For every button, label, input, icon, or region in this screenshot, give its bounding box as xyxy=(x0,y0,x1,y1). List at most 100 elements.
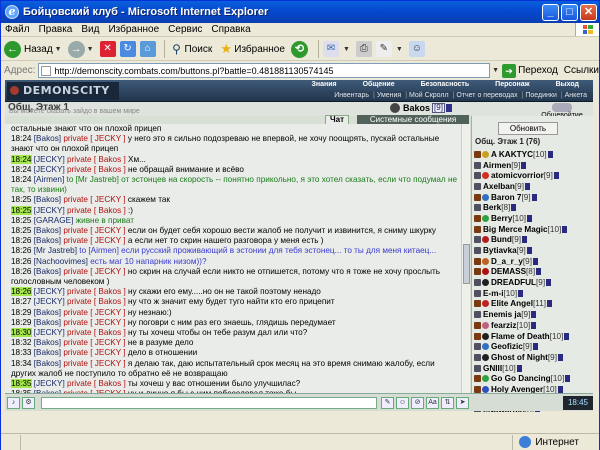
smile-icon[interactable]: ☺ xyxy=(396,396,409,409)
info-icon[interactable] xyxy=(562,225,568,233)
message-author[interactable]: [JECKY] xyxy=(34,155,65,164)
private-chat-icon[interactable] xyxy=(474,247,481,255)
scroll-icon[interactable]: ⇅ xyxy=(441,396,454,409)
address-input[interactable]: http://demonscity.combats.com/buttons.pl… xyxy=(38,63,491,78)
message-author[interactable]: [Bakos] xyxy=(34,359,61,368)
online-user[interactable]: DEMASS [8] xyxy=(474,267,592,278)
chevron-down-icon[interactable]: ▼ xyxy=(492,67,499,74)
private-recipient[interactable]: private [ JECKY ] xyxy=(63,338,125,347)
online-user[interactable]: atomicvorrior [9] xyxy=(474,170,592,181)
home-icon[interactable]: ⌂ xyxy=(139,41,156,57)
private-recipient[interactable]: private [ JECKY ] xyxy=(63,134,125,143)
info-icon[interactable] xyxy=(531,193,537,201)
minimize-button[interactable]: _ xyxy=(542,3,559,21)
menu-tools[interactable]: Сервис xyxy=(168,24,202,35)
private-chat-icon[interactable] xyxy=(474,257,481,265)
chevron-down-icon[interactable]: ▼ xyxy=(55,46,62,53)
message-author[interactable]: [Bakos] xyxy=(34,308,61,317)
private-recipient[interactable]: private [ JECKY ] xyxy=(63,226,125,235)
private-recipient[interactable]: private [ JECKY ] xyxy=(63,318,125,327)
info-icon[interactable] xyxy=(547,150,553,158)
message-author[interactable]: [Bakos] xyxy=(34,134,61,143)
chat-input[interactable] xyxy=(41,396,377,409)
online-user[interactable]: Berry [10] xyxy=(474,213,592,224)
info-icon[interactable] xyxy=(521,161,527,169)
info-icon[interactable] xyxy=(557,385,563,393)
info-icon[interactable] xyxy=(526,247,532,255)
info-icon[interactable] xyxy=(522,236,528,244)
online-user[interactable]: Elite Angel [11] xyxy=(474,299,592,310)
private-chat-icon[interactable] xyxy=(474,364,481,372)
message-author[interactable]: [Bakos] xyxy=(34,226,61,235)
info-icon[interactable] xyxy=(553,172,559,180)
user-name[interactable]: GNIII xyxy=(483,364,502,373)
user-name[interactable]: DEMASS xyxy=(491,267,526,276)
online-user[interactable]: Go Go Dancing [10] xyxy=(474,373,592,384)
menu-favorites[interactable]: Избранное xyxy=(108,24,159,35)
online-user[interactable]: GNIII [10] xyxy=(474,363,592,374)
info-icon[interactable] xyxy=(524,182,530,190)
user-name[interactable]: Bund xyxy=(491,235,512,244)
info-icon[interactable] xyxy=(531,321,537,329)
mail-icon[interactable]: ✉ xyxy=(322,41,339,57)
info-icon[interactable] xyxy=(532,257,538,265)
chevron-down-icon[interactable]: ▼ xyxy=(396,46,403,53)
message-author[interactable]: [Bakos] xyxy=(34,236,61,245)
settings-icon[interactable]: ⚙ xyxy=(22,396,35,409)
nav-knowledge[interactable]: Знания xyxy=(311,81,336,88)
nav-skills[interactable]: Умения xyxy=(373,92,401,99)
user-name[interactable]: Elite Angel xyxy=(491,299,533,308)
clear-icon[interactable]: ✎ xyxy=(381,396,394,409)
message-author[interactable]: [JECKY] xyxy=(34,165,65,174)
private-recipient[interactable]: private [ Bakos ] xyxy=(67,328,126,337)
online-user[interactable]: Airmen [9] xyxy=(474,160,592,171)
menu-file[interactable]: Файл xyxy=(5,24,30,35)
user-name[interactable]: A KAKTYC xyxy=(491,150,533,159)
private-chat-icon[interactable] xyxy=(474,385,481,393)
online-user[interactable]: Baron 7 [9] xyxy=(474,192,592,203)
private-chat-icon[interactable] xyxy=(474,150,481,158)
private-recipient[interactable]: private [ JECKY ] xyxy=(63,236,125,245)
private-chat-icon[interactable] xyxy=(474,204,481,212)
nav-battles[interactable]: Поединки xyxy=(522,92,557,99)
player-name[interactable]: Bakos xyxy=(403,103,430,113)
message-author[interactable]: [Mr Jastreb] xyxy=(34,246,77,255)
message-author[interactable]: [JECKY] xyxy=(34,287,65,296)
chat-scrollbar[interactable] xyxy=(461,124,470,393)
chevron-down-icon[interactable]: ▼ xyxy=(343,46,350,53)
private-chat-icon[interactable] xyxy=(474,193,481,201)
refresh-button[interactable]: Обновить xyxy=(498,122,558,135)
private-chat-icon[interactable] xyxy=(474,279,481,287)
sound-icon[interactable]: ♪ xyxy=(7,396,20,409)
private-chat-icon[interactable] xyxy=(474,353,481,361)
private-chat-icon[interactable] xyxy=(474,300,481,308)
online-user[interactable]: DREADFUL [9] xyxy=(474,277,592,288)
user-name[interactable]: Berk xyxy=(483,203,501,212)
user-name[interactable]: atomicvorrior xyxy=(491,171,544,180)
nav-inventory[interactable]: Инвентарь xyxy=(334,92,369,99)
info-icon[interactable] xyxy=(516,364,522,372)
menu-help[interactable]: Справка xyxy=(211,24,250,35)
send-icon[interactable]: ➤ xyxy=(456,396,469,409)
info-icon[interactable] xyxy=(564,332,570,340)
user-name[interactable]: DREADFUL xyxy=(491,278,536,287)
chevron-down-icon[interactable]: ▼ xyxy=(87,46,94,53)
private-recipient[interactable]: private [ JECKY ] xyxy=(63,308,125,317)
menu-edit[interactable]: Правка xyxy=(39,24,73,35)
online-user[interactable]: Bytiavka [9] xyxy=(474,245,592,256)
private-recipient[interactable]: private [ JECKY ] xyxy=(63,267,125,276)
message-author[interactable]: [Airmen] xyxy=(34,175,64,184)
user-name[interactable]: Geofizic xyxy=(491,342,523,351)
info-icon[interactable] xyxy=(527,214,533,222)
nav-profile[interactable]: Анкета xyxy=(561,92,587,99)
private-chat-icon[interactable] xyxy=(474,375,481,383)
info-icon[interactable] xyxy=(531,311,537,319)
close-button[interactable]: ✕ xyxy=(580,3,597,21)
online-user[interactable]: D_a_r_y [9] xyxy=(474,256,592,267)
message-author[interactable]: [Bakos] xyxy=(34,267,61,276)
online-user[interactable]: fearziz [10] xyxy=(474,320,592,331)
user-name[interactable]: Bytiavka xyxy=(483,246,517,255)
private-chat-icon[interactable] xyxy=(474,332,481,340)
menu-view[interactable]: Вид xyxy=(81,24,99,35)
edit-icon[interactable]: ✎ xyxy=(375,41,392,57)
